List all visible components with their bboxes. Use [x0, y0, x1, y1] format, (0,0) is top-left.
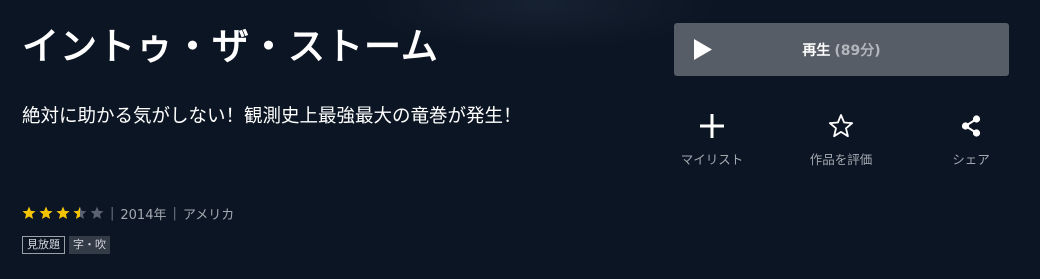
tag-list: 見放題 字・吹 — [22, 236, 110, 254]
star-half-icon — [73, 206, 87, 219]
page-title: イントゥ・ザ・ストーム — [22, 25, 439, 68]
meta-separator: | — [172, 205, 177, 221]
play-label: 再生 — [802, 42, 831, 59]
star-outline-icon — [828, 114, 854, 138]
release-year: 2014年 — [120, 207, 167, 223]
play-duration: (89分) — [834, 42, 881, 59]
star-full-icon — [22, 206, 36, 219]
production-country: アメリカ — [182, 207, 235, 223]
tag-unlimited: 見放題 — [22, 236, 65, 254]
mylist-button[interactable]: マイリスト — [657, 113, 767, 173]
catchcopy-text: 絶対に助かる気がしない！観測史上最強最大の竜巻が発生！ — [22, 106, 522, 127]
share-button[interactable]: シェア — [916, 113, 1026, 173]
meta-info: | 2014年 | アメリカ — [22, 203, 234, 223]
plus-icon — [700, 114, 724, 138]
share-label: シェア — [952, 152, 990, 167]
tag-sub-dub: 字・吹 — [69, 236, 110, 254]
star-full-icon — [39, 206, 53, 219]
meta-separator: | — [110, 205, 115, 221]
star-empty-icon — [90, 206, 104, 219]
star-full-icon — [56, 206, 70, 219]
review-label: 作品を評価 — [809, 152, 873, 167]
share-icon — [961, 115, 981, 137]
review-button[interactable]: 作品を評価 — [786, 113, 896, 173]
star-rating — [22, 206, 104, 220]
play-button[interactable]: 再生 (89分) — [674, 23, 1009, 76]
play-icon — [694, 39, 712, 60]
mylist-label: マイリスト — [680, 152, 744, 167]
